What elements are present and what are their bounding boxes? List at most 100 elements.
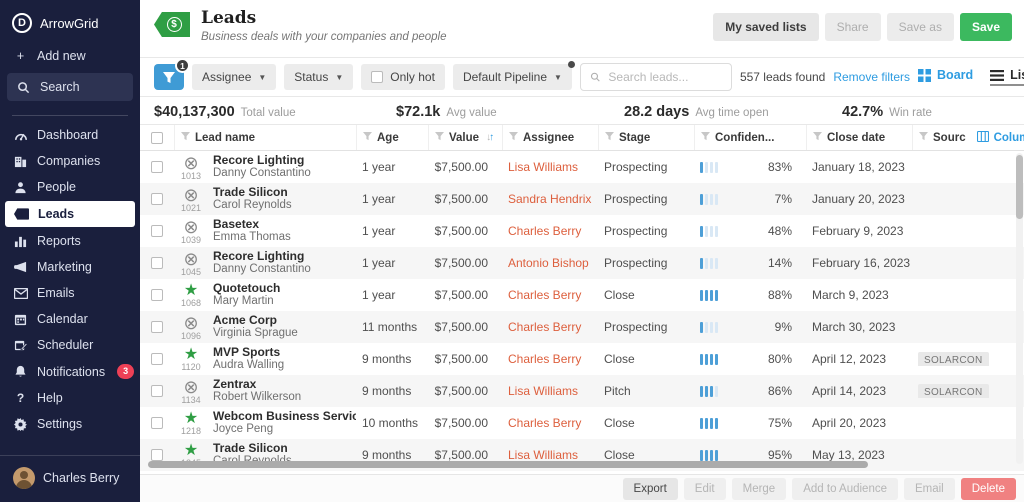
assignee-link[interactable]: Charles Berry xyxy=(502,224,598,238)
my-saved-lists-button[interactable]: My saved lists xyxy=(713,13,818,41)
sidebar-item-scheduler[interactable]: Scheduler xyxy=(0,332,140,358)
column-header-assignee[interactable]: Assignee xyxy=(502,125,598,150)
column-label: Age xyxy=(377,132,399,144)
share-button[interactable]: Share xyxy=(825,13,881,41)
column-filter-icon[interactable] xyxy=(435,132,444,144)
assignee-link[interactable]: Charles Berry xyxy=(502,416,598,430)
edit-button[interactable]: Edit xyxy=(684,478,726,500)
search-input[interactable] xyxy=(606,69,722,85)
row-checkbox[interactable] xyxy=(151,193,163,205)
assignee-filter-dropdown[interactable]: Assignee ▼ xyxy=(192,64,276,90)
email-button[interactable]: Email xyxy=(904,478,955,500)
assignee-link[interactable]: Lisa Williams xyxy=(502,448,598,462)
column-filter-icon[interactable] xyxy=(605,132,614,144)
table-row[interactable]: ⊗ 1096 Acme Corp Virginia Sprague 11 mon… xyxy=(140,311,1024,343)
column-header-lead-name[interactable]: Lead name xyxy=(174,125,356,150)
row-checkbox[interactable] xyxy=(151,353,163,365)
export-button[interactable]: Export xyxy=(623,478,678,500)
add-new-button[interactable]: + Add new xyxy=(0,42,140,70)
column-label: Close date xyxy=(827,132,885,144)
column-filter-icon[interactable] xyxy=(919,132,928,144)
assignee-link[interactable]: Charles Berry xyxy=(502,288,598,302)
brand: D ArrowGrid xyxy=(0,0,140,42)
table-row[interactable]: ⊗ 1013 Recore Lighting Danny Constantino… xyxy=(140,151,1024,183)
table-row[interactable]: ⊗ 1021 Trade Silicon Carol Reynolds 1 ye… xyxy=(140,183,1024,215)
assignee-link[interactable]: Antonio Bishop xyxy=(502,256,598,270)
assignee-link[interactable]: Charles Berry xyxy=(502,352,598,366)
lead-contact: Mary Martin xyxy=(213,295,280,309)
table-row[interactable]: ⊗ 1134 Zentrax Robert Wilkerson 9 months… xyxy=(140,375,1024,407)
assignee-link[interactable]: Charles Berry xyxy=(502,320,598,334)
leads-search-box[interactable] xyxy=(580,63,732,91)
view-tab-board[interactable]: Board xyxy=(918,68,973,86)
only-hot-checkbox[interactable] xyxy=(371,71,383,83)
age-cell: 9 months xyxy=(356,384,428,398)
row-checkbox[interactable] xyxy=(151,385,163,397)
row-checkbox[interactable] xyxy=(151,417,163,429)
sidebar-item-help[interactable]: ? Help xyxy=(0,385,140,411)
sidebar-item-calendar[interactable]: Calendar xyxy=(0,306,140,332)
column-header-sourc[interactable]: SourcColumns xyxy=(912,125,1024,150)
column-filter-icon[interactable] xyxy=(813,132,822,144)
table-row[interactable]: ★ 1120 MVP Sports Audra Walling 9 months… xyxy=(140,343,1024,375)
table-row[interactable]: ⊗ 1045 Recore Lighting Danny Constantino… xyxy=(140,247,1024,279)
sidebar-item-notifications[interactable]: Notifications 3 xyxy=(0,358,140,385)
row-checkbox[interactable] xyxy=(151,289,163,301)
lead-contact: Danny Constantino xyxy=(213,167,311,181)
table-row[interactable]: ★ 1218 Webcom Business Services Joyce Pe… xyxy=(140,407,1024,439)
columns-button[interactable]: Columns xyxy=(971,125,1024,150)
add-to-audience-button[interactable]: Add to Audience xyxy=(792,478,898,500)
column-header-value[interactable]: Value↓↑ xyxy=(428,125,502,150)
hot-star-icon: ★ xyxy=(184,411,198,427)
stage-cell: Close xyxy=(598,352,694,366)
list-icon xyxy=(990,70,1004,81)
select-all-checkbox[interactable] xyxy=(151,132,163,144)
sidebar-divider xyxy=(12,115,128,116)
remove-filters-link[interactable]: Remove filters xyxy=(833,70,910,84)
column-header-confiden[interactable]: Confiden... xyxy=(694,125,806,150)
horizontal-scrollbar[interactable] xyxy=(148,461,868,468)
sidebar-search-button[interactable]: Search xyxy=(7,73,133,101)
sidebar-item-dashboard[interactable]: Dashboard xyxy=(0,122,140,148)
table-row[interactable]: ⊗ 1039 Basetex Emma Thomas 1 year $7,500… xyxy=(140,215,1024,247)
save-button[interactable]: Save xyxy=(960,13,1012,41)
confidence-cell: 75% xyxy=(694,416,806,430)
view-tab-list[interactable]: List xyxy=(990,68,1024,86)
sidebar-item-settings[interactable]: Settings xyxy=(0,411,140,437)
column-filter-icon[interactable] xyxy=(509,132,518,144)
status-filter-dropdown[interactable]: Status ▼ xyxy=(284,64,353,90)
user-menu[interactable]: Charles Berry xyxy=(0,455,140,502)
search-icon xyxy=(16,81,31,94)
merge-button[interactable]: Merge xyxy=(732,478,787,500)
row-checkbox[interactable] xyxy=(151,225,163,237)
only-hot-toggle[interactable]: Only hot xyxy=(361,64,445,90)
assignee-link[interactable]: Lisa Williams xyxy=(502,384,598,398)
filter-button[interactable]: 1 xyxy=(154,64,184,90)
sidebar-item-reports[interactable]: Reports xyxy=(0,228,140,254)
column-header-stage[interactable]: Stage xyxy=(598,125,694,150)
assignee-link[interactable]: Lisa Williams xyxy=(502,160,598,174)
delete-button[interactable]: Delete xyxy=(961,478,1016,500)
column-filter-icon[interactable] xyxy=(701,132,710,144)
row-checkbox[interactable] xyxy=(151,449,163,461)
row-checkbox[interactable] xyxy=(151,161,163,173)
column-header-age[interactable]: Age xyxy=(356,125,428,150)
column-filter-icon[interactable] xyxy=(363,132,372,144)
lead-name: Webcom Business Services xyxy=(213,409,356,423)
sidebar-item-people[interactable]: People xyxy=(0,174,140,200)
sidebar-item-leads[interactable]: $ Leads xyxy=(5,201,135,227)
search-icon xyxy=(590,71,600,83)
sidebar-item-marketing[interactable]: Marketing xyxy=(0,254,140,280)
row-checkbox[interactable] xyxy=(151,257,163,269)
table-row[interactable]: ★ 1068 Quotetouch Mary Martin 1 year $7,… xyxy=(140,279,1024,311)
column-filter-icon[interactable] xyxy=(181,132,190,144)
pipeline-dropdown[interactable]: Default Pipeline ▼ xyxy=(453,64,572,90)
column-header-close-date[interactable]: Close date xyxy=(806,125,912,150)
vertical-scrollbar[interactable] xyxy=(1016,155,1023,219)
sort-toggle-icon[interactable]: ↓↑ xyxy=(486,132,492,143)
sidebar-item-emails[interactable]: Emails xyxy=(0,280,140,306)
save-as-button[interactable]: Save as xyxy=(887,13,954,41)
assignee-link[interactable]: Sandra Hendrix xyxy=(502,192,598,206)
sidebar-item-companies[interactable]: Companies xyxy=(0,148,140,174)
row-checkbox[interactable] xyxy=(151,321,163,333)
